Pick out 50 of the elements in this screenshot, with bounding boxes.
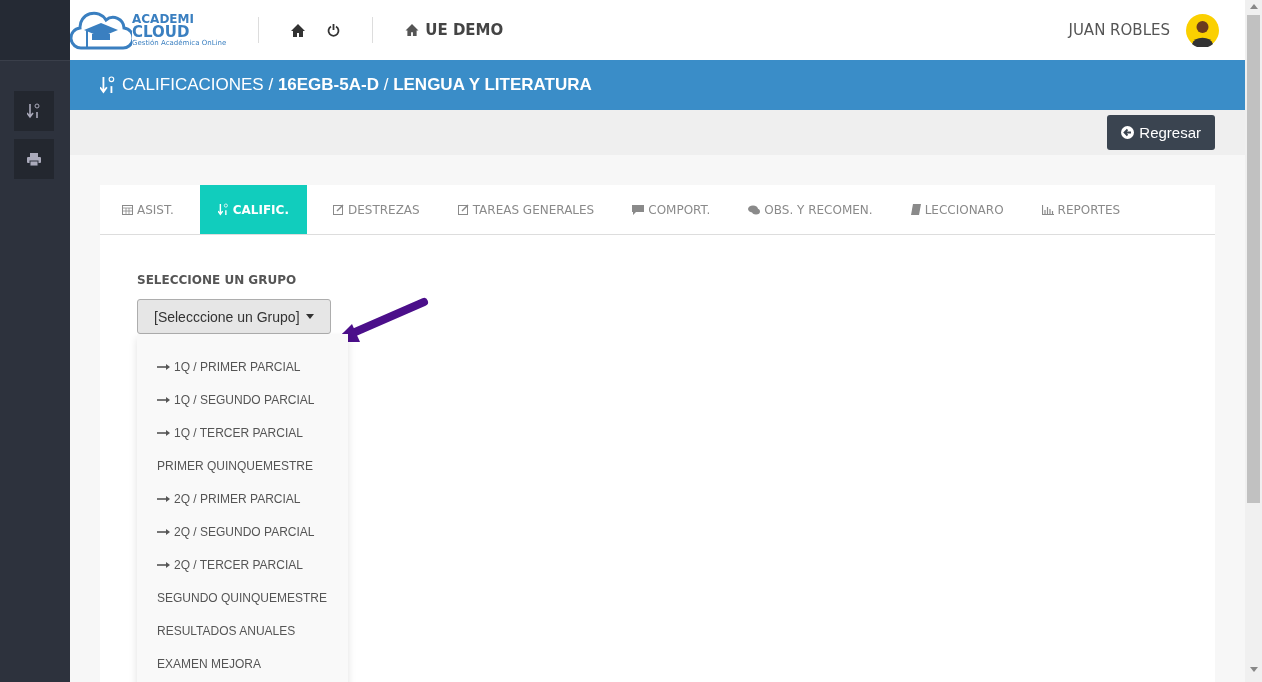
menu-item[interactable]: 2Q / TERCER PARCIAL [137, 548, 348, 581]
scroll-down-icon[interactable] [1249, 667, 1258, 672]
comment-icon [632, 204, 645, 215]
avatar-icon[interactable] [1186, 13, 1219, 47]
right-arrow-icon [157, 396, 170, 403]
user-name[interactable]: JUAN ROBLES [1068, 21, 1170, 39]
right-arrow-icon [157, 528, 170, 535]
calendar-icon [122, 204, 133, 215]
school-name: UE DEMO [425, 21, 504, 39]
menu-item[interactable]: EXAMEN MEJORA [137, 647, 348, 680]
tab[interactable]: ASIST. [110, 185, 186, 234]
sort-icon [217, 203, 229, 216]
menu-item[interactable]: 2Q / PRIMER PARCIAL [137, 482, 348, 515]
bar-chart-icon [1041, 204, 1054, 215]
print-button[interactable] [14, 139, 54, 179]
printer-icon [27, 152, 41, 166]
logo-text: ACADEMI [132, 13, 195, 25]
right-arrow-icon [157, 561, 170, 568]
right-arrow-icon [157, 495, 170, 502]
scrollbar[interactable] [1245, 0, 1262, 682]
power-icon[interactable] [327, 23, 341, 37]
edit-icon [332, 204, 344, 215]
caret-icon [305, 314, 314, 319]
page-title: CALIFICACIONES / 16EGB-5A-D / LENGUA Y LITERATURA [122, 75, 592, 95]
menu-item[interactable]: 1Q / TERCER PARCIAL [137, 416, 348, 449]
home-icon[interactable] [291, 23, 306, 37]
menu-item[interactable]: 1Q / SEGUNDO PARCIAL [137, 383, 348, 416]
right-arrow-icon [157, 363, 170, 370]
tab[interactable]: COMPORT. [620, 185, 723, 234]
edit-icon [457, 204, 469, 215]
group-dropdown[interactable]: [Selecccione un Grupo] [137, 299, 331, 334]
menu-item[interactable]: 2Q / SEGUNDO PARCIAL [137, 515, 348, 548]
tab[interactable]: REPORTES [1029, 185, 1133, 234]
scroll-up-icon[interactable] [1249, 4, 1258, 9]
tab[interactable]: OBS. Y RECOMEN. [736, 185, 885, 234]
back-arrow-icon [1121, 126, 1135, 139]
sort-button[interactable] [14, 91, 54, 131]
logo-text: CLOUD [132, 25, 190, 40]
menu-item[interactable]: RESULTADOS ANUALES [137, 614, 348, 647]
group-label: SELECCIONE UN GRUPO [137, 273, 298, 287]
sort-icon [100, 75, 116, 95]
sort-icon [27, 103, 41, 119]
menu-item[interactable]: 1Q / PRIMER PARCIAL [137, 350, 348, 383]
chat-icon [748, 204, 761, 215]
menu-item[interactable]: PRIMER QUINQUEMESTRE [137, 449, 348, 482]
right-arrow-icon [157, 429, 170, 436]
book-icon [910, 204, 921, 215]
back-button[interactable]: Regresar [1107, 115, 1215, 150]
menu-item[interactable]: SEGUNDO QUINQUEMESTRE [137, 581, 348, 614]
home-icon [405, 24, 420, 36]
